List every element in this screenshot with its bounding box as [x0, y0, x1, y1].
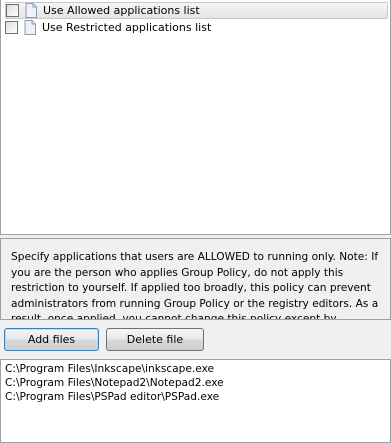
delete-file-button[interactable]: Delete file [106, 328, 204, 351]
add-files-button[interactable]: Add files [4, 328, 99, 351]
document-icon [25, 3, 37, 18]
option-label: Use Restricted applications list [42, 21, 212, 34]
policy-description-box: Specify applications that users are ALLO… [0, 238, 391, 320]
option-restricted-list[interactable]: Use Restricted applications list [5, 19, 388, 36]
policy-options-list: Use Allowed applications list Use Restri… [0, 0, 391, 235]
option-allowed-list[interactable]: Use Allowed applications list [5, 2, 388, 19]
allowed-list-checkbox[interactable] [6, 4, 19, 17]
document-icon [24, 20, 36, 35]
option-label: Use Allowed applications list [43, 4, 200, 17]
policy-description: Specify applications that users are ALLO… [11, 251, 379, 320]
list-item[interactable]: C:\Program Files\PSPad editor\PSPad.exe [5, 391, 219, 403]
list-item[interactable]: C:\Program Files\Inkscape\inkscape.exe [5, 363, 214, 375]
restricted-list-checkbox[interactable] [5, 21, 18, 34]
file-list[interactable]: C:\Program Files\Inkscape\inkscape.exe C… [0, 359, 391, 443]
list-item[interactable]: C:\Program Files\Notepad2\Notepad2.exe [5, 377, 224, 389]
